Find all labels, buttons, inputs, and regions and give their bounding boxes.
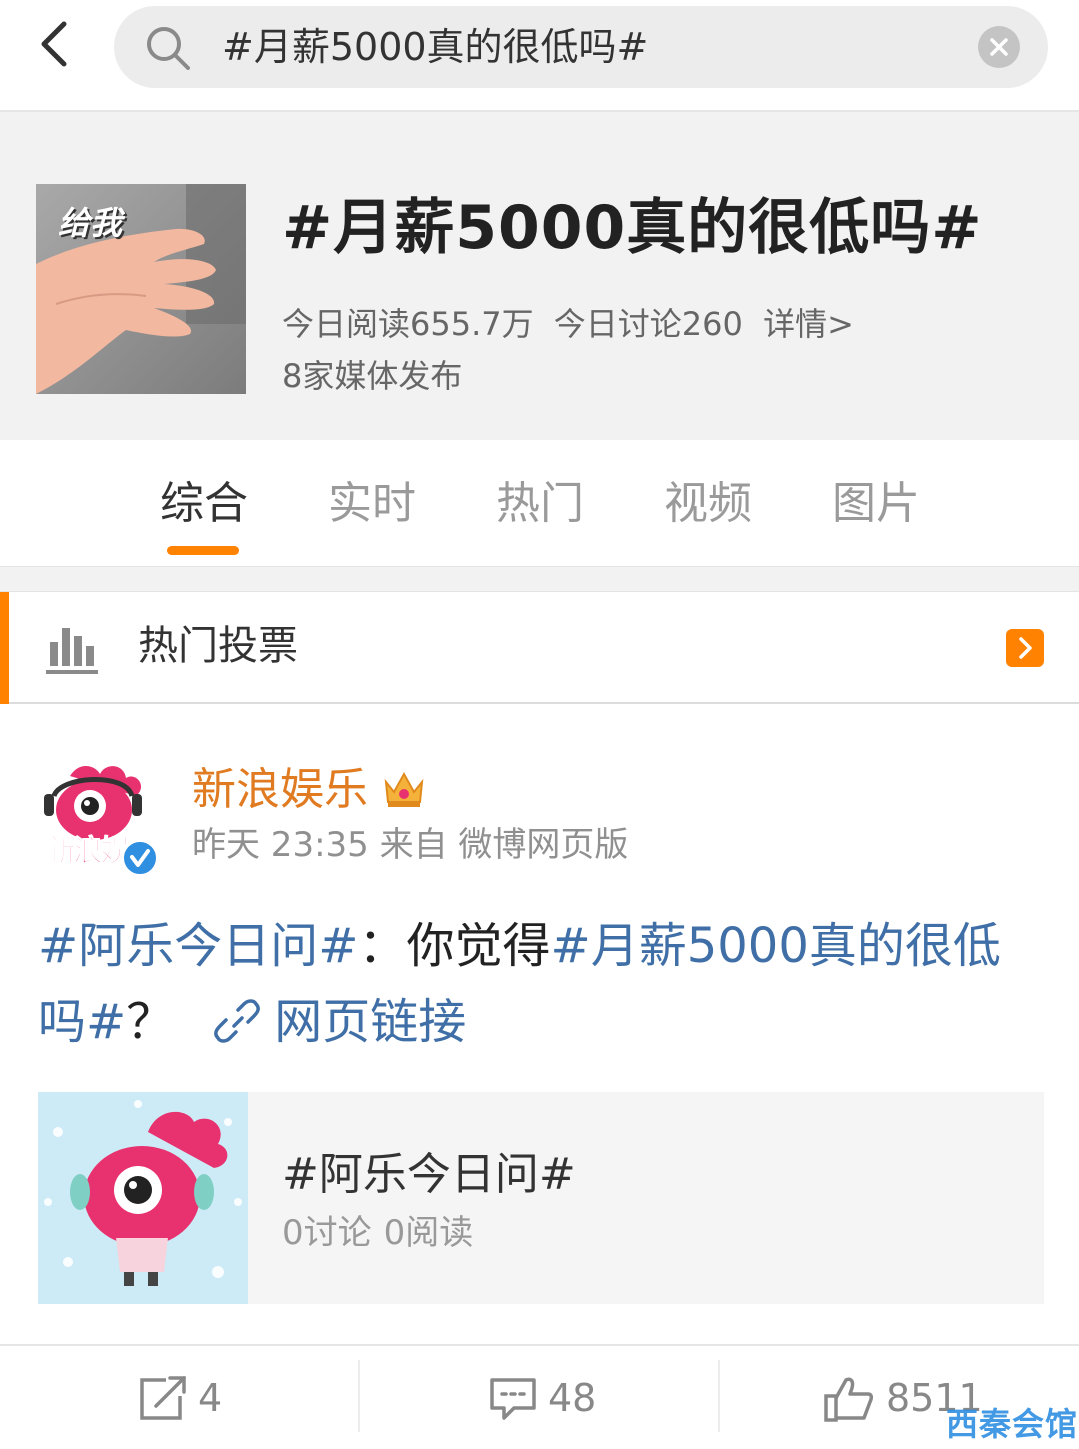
reads-today: 今日阅读655.7万 (282, 305, 534, 343)
crown-icon (384, 771, 424, 807)
topic-card-title: #阿乐今日问# (282, 1149, 576, 1200)
post-card: 新浪娱 新浪娱乐 昨天 23:35 来自 微博网页版 #阿乐今日问#：你觉得#月… (0, 704, 1079, 1344)
web-link[interactable]: 网页链接 (274, 994, 466, 1050)
active-tab-indicator (167, 546, 239, 555)
topic-stats: 今日阅读655.7万 今日讨论260 详情> (282, 302, 864, 346)
post-meta: 昨天 23:35 来自 微博网页版 (192, 825, 629, 865)
topic-cover-image[interactable]: 给我 (36, 184, 246, 394)
repost-count: 4 (198, 1376, 223, 1420)
search-query: #月薪5000真的很低吗# (222, 25, 649, 69)
topic-header: 给我 #月薪5000真的很低吗# 今日阅读655.7万 今日讨论260 详情> … (0, 112, 1079, 440)
comment-button[interactable]: 48 (360, 1346, 720, 1449)
post-action-bar: 4 48 8511 (0, 1344, 1079, 1449)
section-divider (0, 566, 1079, 592)
hot-vote-arrow-button[interactable] (1006, 629, 1044, 667)
topic-title: #月薪5000真的很低吗# (282, 193, 983, 263)
question-mark-text: ？ (126, 994, 175, 1050)
details-link[interactable]: 详情> (763, 305, 854, 343)
tab-video[interactable]: 视频 (664, 474, 752, 534)
thumbs-up-icon (824, 1377, 874, 1422)
bar-chart-icon (46, 628, 98, 674)
back-button[interactable] (30, 14, 86, 74)
chevron-left-icon (41, 21, 67, 67)
discussions-today: 今日讨论260 (553, 305, 743, 343)
hot-vote-label: 热门投票 (138, 623, 298, 669)
colon-text: ： (358, 918, 407, 974)
post-text: #阿乐今日问#：你觉得#月薪5000真的很低吗#？ 网页链接 (38, 908, 1038, 1060)
card-discussions: 0讨论 (282, 1213, 372, 1253)
hashtag-link[interactable]: #阿乐今日问# (38, 918, 358, 974)
tab-realtime[interactable]: 实时 (328, 474, 416, 534)
comment-icon (490, 1378, 536, 1420)
watermark: 西秦会馆 (946, 1405, 1079, 1443)
media-count: 8家媒体发布 (282, 357, 463, 395)
search-icon (147, 27, 190, 70)
topic-card[interactable]: #阿乐今日问# 0讨论 0阅读 (38, 1092, 1044, 1304)
tab-images[interactable]: 图片 (832, 474, 920, 534)
topic-card-stats: 0讨论 0阅读 (282, 1210, 485, 1256)
link-icon (214, 999, 261, 1043)
post-body-text: 你觉得 (406, 918, 551, 974)
tab-bar: 综合 实时 热门 视频 图片 (0, 440, 1079, 566)
vote-accent-bar (0, 592, 9, 704)
close-icon (990, 38, 1008, 56)
chevron-right-icon (1019, 637, 1032, 659)
search-bar: #月薪5000真的很低吗# (0, 0, 1079, 112)
repost-icon (140, 1376, 186, 1420)
card-reads: 0阅读 (383, 1213, 474, 1253)
avatar[interactable]: 新浪娱 (40, 756, 158, 876)
cover-caption: 给我 (58, 204, 123, 242)
tab-hot[interactable]: 热门 (496, 474, 584, 534)
verified-badge-icon (122, 840, 158, 876)
tab-comprehensive[interactable]: 综合 (160, 474, 248, 534)
topic-card-thumbnail (38, 1092, 248, 1304)
hot-vote-row[interactable]: 热门投票 (0, 592, 1079, 704)
author-name[interactable]: 新浪娱乐 (192, 760, 368, 820)
search-input[interactable]: #月薪5000真的很低吗# (114, 6, 1048, 88)
comment-count: 48 (548, 1376, 597, 1420)
mascot-thumbnail (38, 1092, 248, 1304)
avatar-caption: 新浪娱 (46, 834, 131, 870)
clear-search-button[interactable] (978, 26, 1020, 68)
repost-button[interactable]: 4 (0, 1346, 360, 1449)
